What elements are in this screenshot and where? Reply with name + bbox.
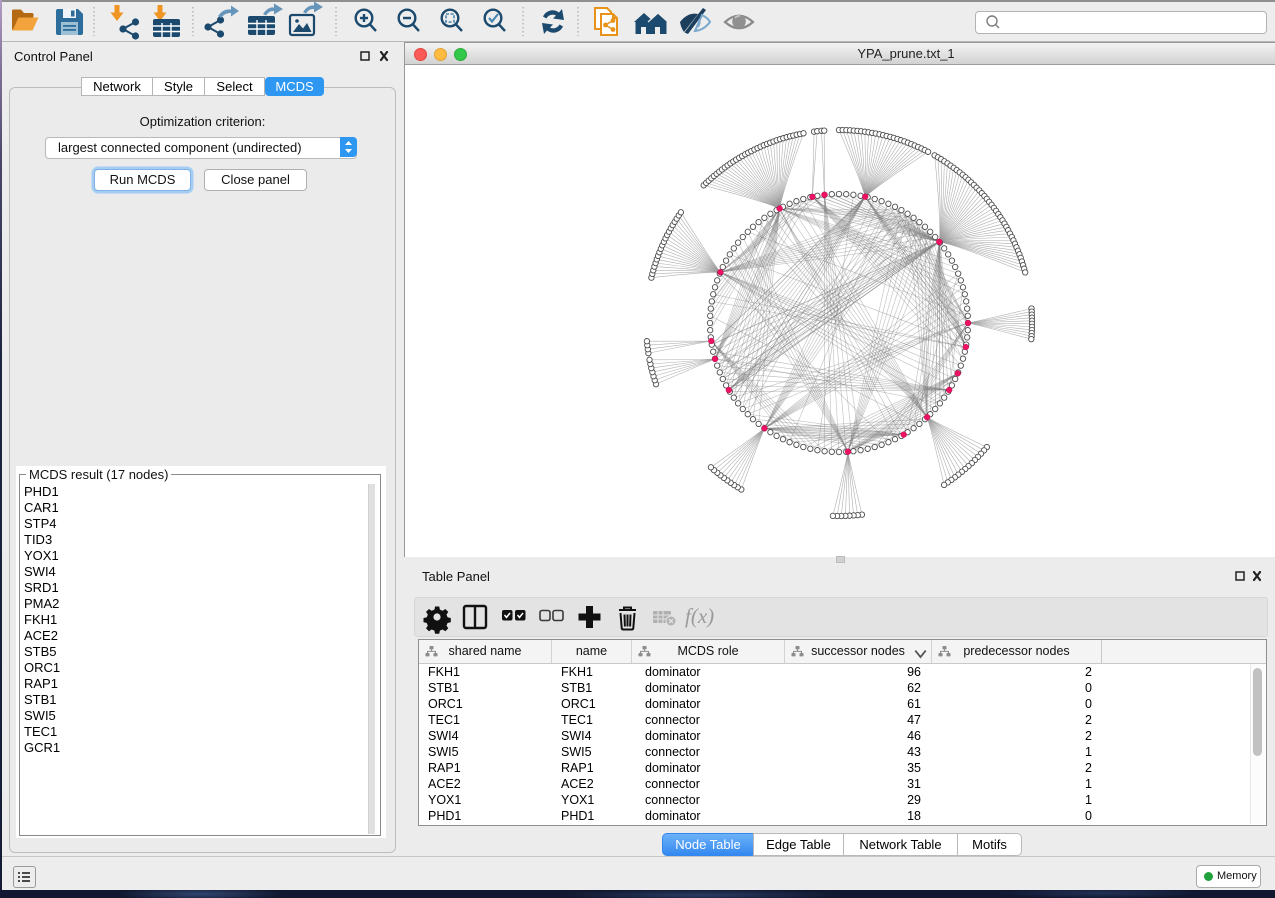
svg-text:f(x): f(x) — [685, 604, 714, 628]
